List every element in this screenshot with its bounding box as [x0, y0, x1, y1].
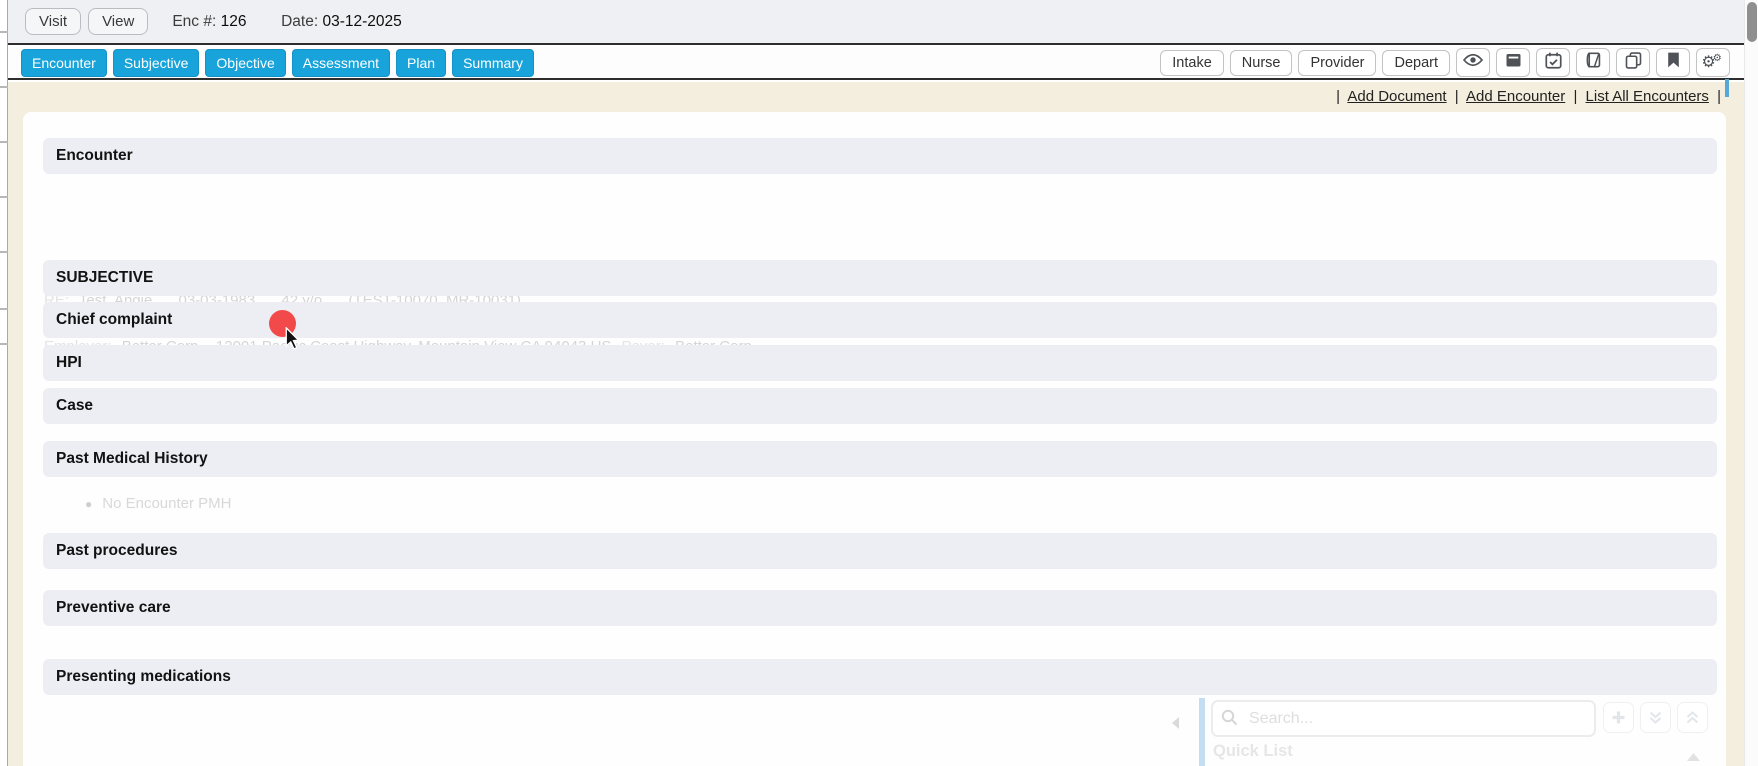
quick-list-panel: Quick List [1163, 698, 1726, 766]
double-chevron-up-icon [1685, 710, 1700, 725]
depart-button[interactable]: Depart [1382, 50, 1450, 76]
panel-accent-bar [1199, 698, 1205, 766]
archive-box-icon [1505, 52, 1522, 73]
scrollbar-thumb[interactable] [1747, 2, 1757, 42]
bullet-icon: ● [85, 497, 92, 511]
visit-button[interactable]: Visit [25, 8, 81, 35]
section-preventive-care[interactable]: Preventive care [43, 590, 1717, 626]
soap-nav-group: Encounter Subjective Objective Assessmen… [21, 49, 540, 77]
encounter-screen: Visit View Enc #: 126 Date: 03-12-2025 E… [0, 0, 1758, 766]
vertical-scrollbar[interactable] [1744, 0, 1758, 766]
encounter-links-row: | Add Document | Add Encounter | List Al… [1332, 88, 1725, 105]
tab-summary[interactable]: Summary [452, 49, 534, 77]
section-presenting-medications[interactable]: Presenting medications [43, 659, 1717, 695]
section-past-procedures[interactable]: Past procedures [43, 533, 1717, 569]
tab-assessment[interactable]: Assessment [292, 49, 390, 77]
page-background: | Add Document | Add Encounter | List Al… [8, 82, 1744, 766]
left-edge-strip [0, 0, 8, 766]
calendar-check-icon [1545, 52, 1562, 74]
eye-toggle-button[interactable] [1456, 48, 1490, 77]
expand-all-button[interactable] [1640, 702, 1671, 733]
nurse-button[interactable]: Nurse [1230, 50, 1293, 76]
settings-button[interactable]: ⚙⚙ [1696, 48, 1730, 77]
quick-list-search-input[interactable] [1211, 700, 1596, 737]
tab-subjective[interactable]: Subjective [113, 49, 200, 77]
collapse-left-icon[interactable] [1171, 716, 1180, 735]
tab-encounter[interactable]: Encounter [21, 49, 107, 77]
top-bar: Visit View Enc #: 126 Date: 03-12-2025 [8, 0, 1744, 45]
section-subjective[interactable]: SUBJECTIVE [43, 260, 1717, 296]
mouse-cursor-icon [285, 327, 300, 355]
add-encounter-link[interactable]: Add Encounter [1466, 88, 1565, 105]
journal-button[interactable] [1576, 48, 1610, 77]
view-button[interactable]: View [88, 8, 148, 35]
double-chevron-down-icon [1648, 710, 1663, 725]
archive-button[interactable] [1496, 48, 1530, 77]
plus-icon [1611, 710, 1626, 725]
stage-button-group: Intake Nurse Provider Depart [1154, 48, 1730, 77]
edge-partial-element [1725, 79, 1729, 97]
tab-plan[interactable]: Plan [396, 49, 446, 77]
provider-button[interactable]: Provider [1298, 50, 1376, 76]
intake-button[interactable]: Intake [1160, 50, 1224, 76]
enc-number-label: Enc #: [172, 13, 216, 30]
gears-icon: ⚙⚙ [1701, 55, 1724, 71]
search-icon [1221, 709, 1238, 731]
bookmark-button[interactable] [1656, 48, 1690, 77]
section-past-medical-history[interactable]: Past Medical History [43, 441, 1717, 477]
section-encounter[interactable]: Encounter [43, 138, 1717, 174]
copy-icon [1625, 52, 1642, 74]
list-all-encounters-link[interactable]: List All Encounters [1586, 88, 1709, 105]
encounter-meta: Enc #: 126 Date: 03-12-2025 [172, 13, 401, 31]
quick-list-header[interactable]: Quick List [1213, 742, 1293, 761]
book-icon [1585, 52, 1602, 74]
enc-date-label: Date: [281, 13, 318, 30]
section-case[interactable]: Case [43, 388, 1717, 424]
caret-up-icon[interactable] [1687, 748, 1700, 766]
copy-button[interactable] [1616, 48, 1650, 77]
tab-objective[interactable]: Objective [205, 49, 285, 77]
collapse-all-button[interactable] [1677, 702, 1708, 733]
encounter-card: Encounter RE: Test, Angie 03-03-1983 42 … [23, 112, 1726, 766]
enc-number-value: 126 [221, 13, 247, 30]
toolbar: Encounter Subjective Objective Assessmen… [8, 47, 1744, 80]
eye-icon [1463, 53, 1483, 72]
quick-list-add-button[interactable] [1603, 702, 1634, 733]
add-document-link[interactable]: Add Document [1347, 88, 1446, 105]
bookmark-icon [1667, 52, 1680, 73]
enc-date-value: 03-12-2025 [322, 13, 401, 30]
pmh-empty-item: ●No Encounter PMH [85, 495, 231, 512]
calendar-button[interactable] [1536, 48, 1570, 77]
